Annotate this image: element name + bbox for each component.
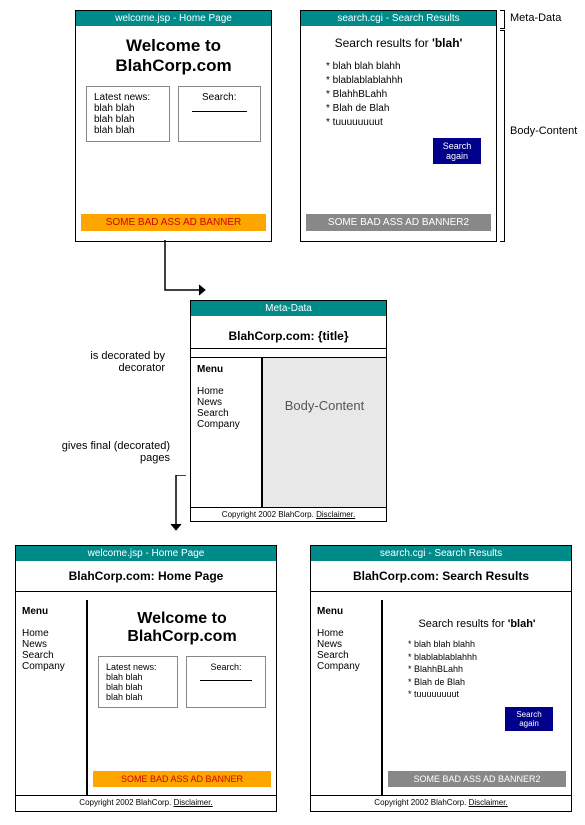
menu-cell: Menu HomeNewsSearchCompany	[311, 600, 382, 795]
meta-label: Meta-Data	[510, 12, 561, 24]
ad-banner-gray: SOME BAD ASS AD BANNER2	[306, 214, 491, 231]
body-label: Body-Content	[510, 125, 577, 137]
page-title-bar: welcome.jsp - Home Page	[76, 11, 271, 26]
result-item: * Blah de Blah	[326, 102, 471, 116]
gives-final-label: gives final (decorated) pages	[40, 440, 170, 464]
arrow-down-2	[166, 475, 196, 535]
decorated-by-label: is decorated by decorator	[65, 350, 165, 374]
footer: Copyright 2002 BlahCorp. Disclaimer.	[16, 795, 276, 809]
result-item: * tuuuuuuuut	[408, 688, 546, 701]
ad-banner-gray: SOME BAD ASS AD BANNER2	[388, 771, 566, 787]
page-title-bar: search.cgi - Search Results	[311, 546, 571, 561]
result-item: * blablablablahhh	[326, 74, 471, 88]
search-again-button[interactable]: Search again	[433, 138, 481, 164]
bottom-right-page: search.cgi - Search Results BlahCorp.com…	[310, 545, 572, 812]
result-item: * BlahhBLahh	[408, 663, 546, 676]
meta-bracket	[500, 10, 505, 29]
bottom-left-page: welcome.jsp - Home Page BlahCorp.com: Ho…	[15, 545, 277, 812]
footer: Copyright 2002 BlahCorp. Disclaimer.	[311, 795, 571, 809]
search-box[interactable]: Search:	[186, 656, 266, 708]
result-item: * blah blah blahh	[408, 638, 546, 651]
result-item: * blablablablahhh	[408, 651, 546, 664]
search-heading: Search results for 'blah'	[393, 618, 561, 630]
page-title-bar: welcome.jsp - Home Page	[16, 546, 276, 561]
search-again-button[interactable]: Search again	[505, 707, 553, 731]
search-heading: Search results for 'blah'	[301, 36, 496, 50]
top-right-page: search.cgi - Search Results Search resul…	[300, 10, 497, 242]
body-bracket	[500, 30, 505, 242]
ad-banner-orange: SOME BAD ASS AD BANNER	[81, 214, 266, 231]
page-heading: BlahCorp.com: Home Page	[16, 569, 276, 592]
menu-cell: Menu HomeNewsSearchCompany	[16, 600, 87, 795]
ad-banner-orange: SOME BAD ASS AD BANNER	[93, 771, 271, 787]
welcome-heading: Welcome to BlahCorp.com	[88, 610, 276, 646]
page-title-bar: Meta-Data	[191, 301, 386, 316]
decorator-page: Meta-Data BlahCorp.com: {title} Menu Hom…	[190, 300, 387, 522]
news-box: Latest news: blah blah blah blah blah bl…	[86, 86, 170, 142]
result-item: * Blah de Blah	[408, 676, 546, 689]
result-item: * tuuuuuuuut	[326, 116, 471, 130]
welcome-heading: Welcome to BlahCorp.com	[76, 36, 271, 76]
search-box[interactable]: Search:	[178, 86, 262, 142]
page-heading: BlahCorp.com: Search Results	[311, 569, 571, 592]
result-item: * BlahhBLahh	[326, 88, 471, 102]
template-heading: BlahCorp.com: {title}	[191, 324, 386, 349]
arrow-down-1	[155, 240, 215, 310]
result-item: * blah blah blahh	[326, 60, 471, 74]
body-placeholder: Body-Content	[262, 357, 386, 507]
menu-cell: Menu HomeNewsSearchCompany	[191, 357, 262, 507]
search-label: Search:	[202, 92, 236, 103]
footer: Copyright 2002 BlahCorp. Disclaimer.	[191, 507, 386, 521]
news-box: Latest news: blah blah blah blah blah bl…	[98, 656, 178, 708]
page-title-bar: search.cgi - Search Results	[301, 11, 496, 26]
top-left-page: welcome.jsp - Home Page Welcome to BlahC…	[75, 10, 272, 242]
